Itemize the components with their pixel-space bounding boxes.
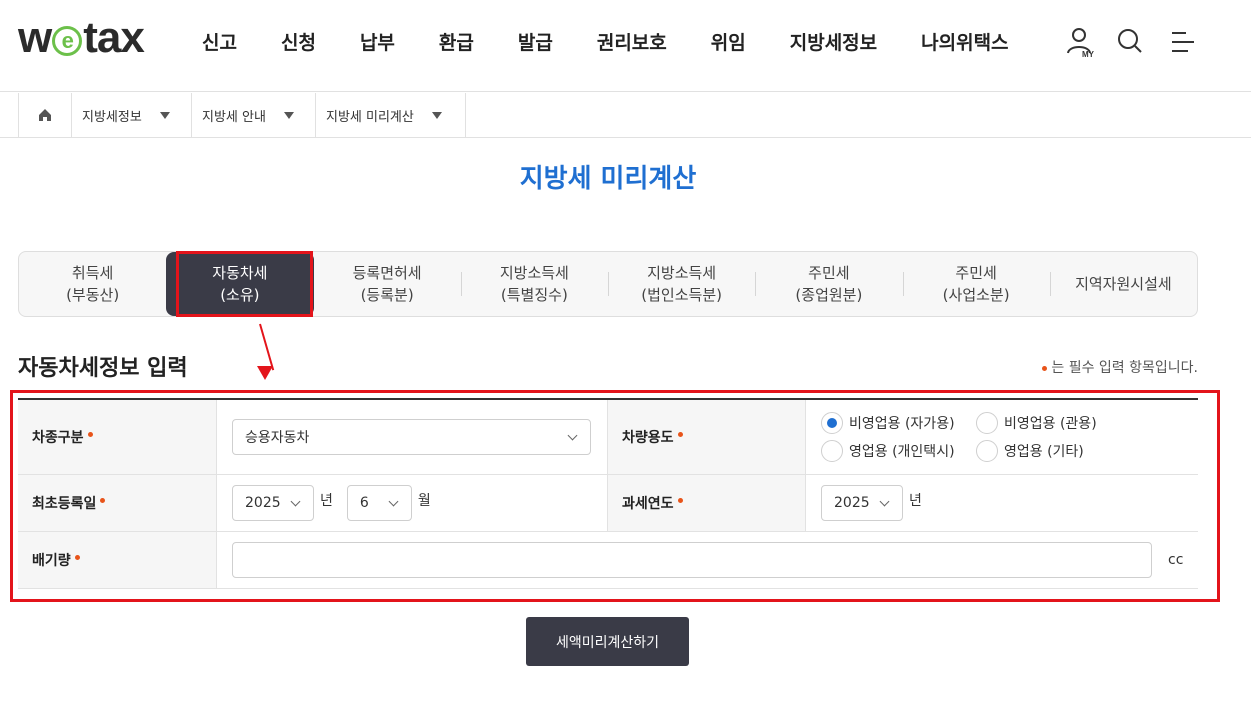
- calculate-tax-button[interactable]: 세액미리계산하기: [526, 617, 689, 666]
- logo-e: e: [52, 26, 83, 56]
- breadcrumb-localtax-info[interactable]: 지방세정보: [72, 93, 192, 137]
- breadcrumb-label: 지방세 안내: [202, 109, 266, 125]
- page-title: 지방세 미리계산: [519, 164, 697, 194]
- tab-resident-tax-business[interactable]: 주민세 (사업소분): [902, 252, 1050, 316]
- my-user-icon[interactable]: MY: [1066, 26, 1096, 59]
- home-button[interactable]: [19, 93, 72, 137]
- main-nav: 신고 신청 납부 환급 발급 권리보호 위임 지방세정보 나의위택스: [202, 28, 1053, 55]
- logo-w: w: [18, 13, 52, 62]
- nav-item-issue[interactable]: 발급: [518, 28, 553, 55]
- caret-down-icon: [431, 111, 442, 119]
- nav-item-rights[interactable]: 권리보호: [597, 28, 667, 55]
- required-note-text: 는 필수 입력 항목입니다.: [1051, 360, 1198, 376]
- annotation-arrow-head: [257, 366, 273, 380]
- tab-registration-license-tax[interactable]: 등록면허세 (등록분): [314, 252, 461, 316]
- site-header: w e tax 신고 신청 납부 환급 발급 권리보호 위임 지방세정보 나의위택스…: [0, 0, 1251, 92]
- breadcrumb-divider: [0, 137, 1251, 138]
- nav-item-localtax-info[interactable]: 지방세정보: [790, 28, 877, 55]
- tab-regional-resource-facility-tax[interactable]: 지역자원시설세: [1049, 252, 1197, 316]
- nav-item-refund[interactable]: 환급: [439, 28, 474, 55]
- my-label: MY: [1082, 50, 1095, 59]
- highlight-box-form: [10, 390, 1220, 602]
- logo-tax: tax: [83, 13, 145, 62]
- nav-item-report[interactable]: 신고: [202, 28, 237, 55]
- tab-resident-tax-employee[interactable]: 주민세 (종업원분): [755, 252, 902, 316]
- nav-item-pay[interactable]: 납부: [360, 28, 395, 55]
- section-title: 자동차세정보 입력: [18, 356, 188, 381]
- highlight-box-tab: [176, 251, 313, 317]
- nav-item-apply[interactable]: 신청: [281, 28, 316, 55]
- caret-down-icon: [283, 111, 294, 119]
- nav-item-delegate[interactable]: 위임: [711, 28, 746, 55]
- required-note: 는 필수 입력 항목입니다.: [1038, 357, 1198, 377]
- search-icon[interactable]: [1116, 26, 1146, 58]
- home-icon: [39, 109, 51, 121]
- tab-acquisition-tax[interactable]: 취득세 (부동산): [19, 252, 166, 316]
- breadcrumb-label: 지방세 미리계산: [326, 109, 414, 125]
- tab-local-income-tax-corporate[interactable]: 지방소득세 (법인소득분): [608, 252, 755, 316]
- annotation-arrow: [259, 323, 275, 371]
- wetax-logo[interactable]: w e tax: [18, 13, 145, 62]
- nav-item-my-wetax[interactable]: 나의위택스: [921, 28, 1008, 55]
- caret-down-icon: [159, 111, 170, 119]
- breadcrumb-localtax-precalc[interactable]: 지방세 미리계산: [316, 93, 466, 137]
- tab-local-income-tax-withholding[interactable]: 지방소득세 (특별징수): [460, 252, 608, 316]
- breadcrumb-label: 지방세정보: [82, 109, 142, 125]
- required-dot: [1042, 365, 1048, 371]
- breadcrumb: 지방세정보 지방세 안내 지방세 미리계산: [18, 93, 466, 137]
- breadcrumb-localtax-guide[interactable]: 지방세 안내: [192, 93, 316, 137]
- menu-icon[interactable]: [1168, 26, 1198, 58]
